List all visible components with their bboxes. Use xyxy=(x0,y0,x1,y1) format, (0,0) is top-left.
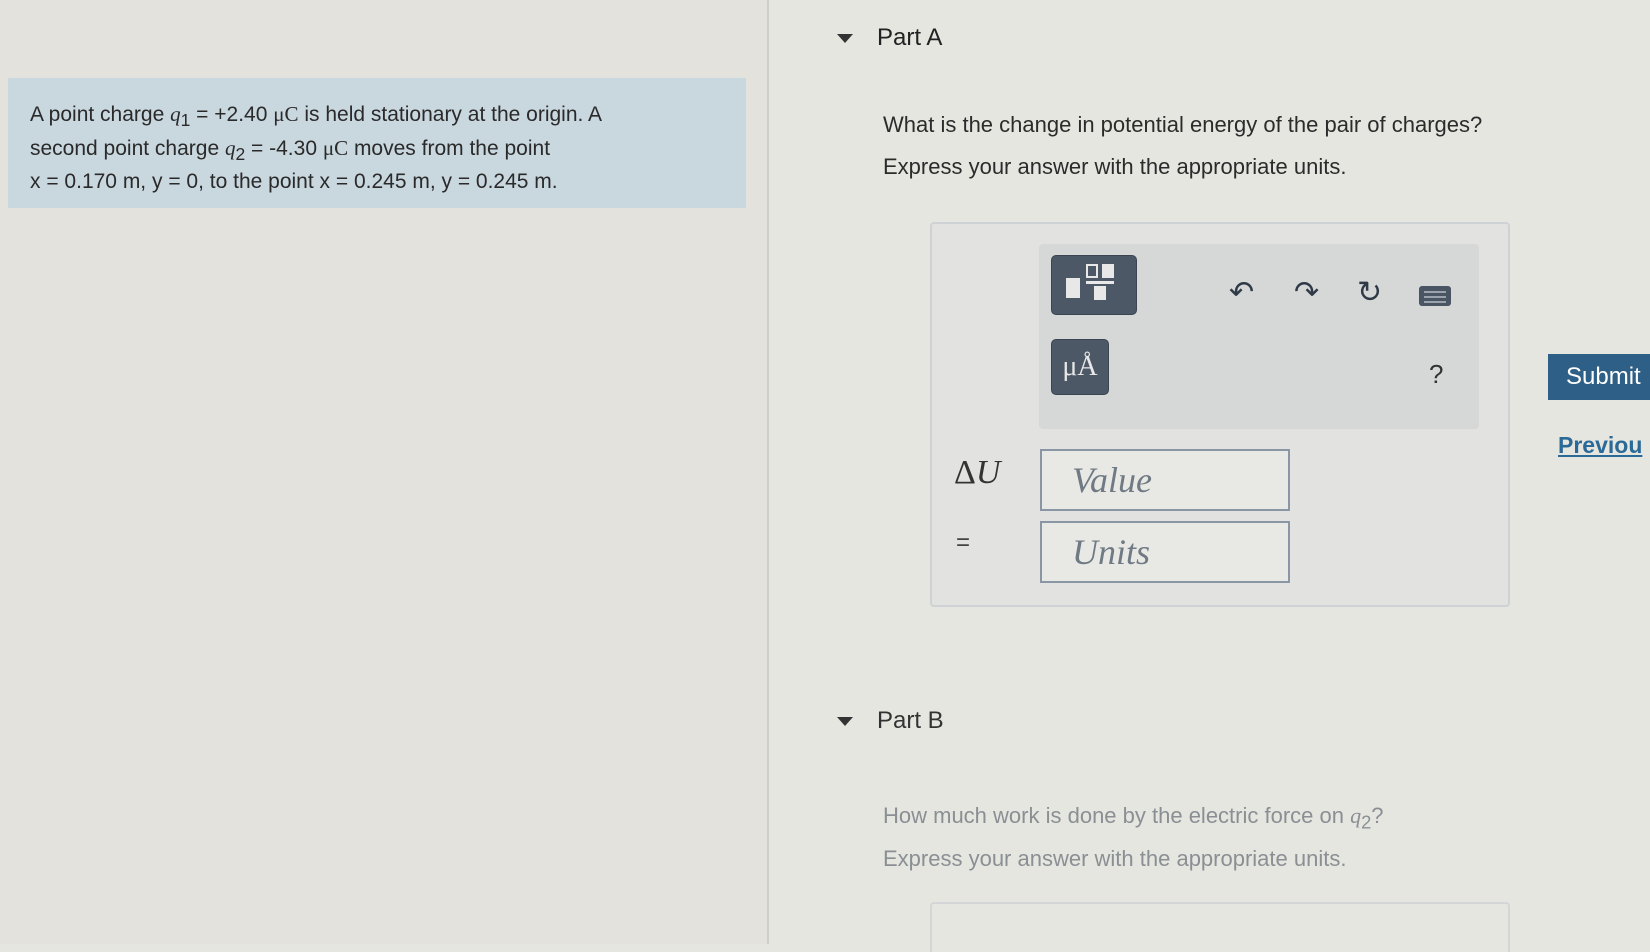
problem-line-2: second point charge q2 = -4.30 μC moves … xyxy=(30,136,551,165)
part-a-title: Part A xyxy=(877,24,943,51)
part-b-header[interactable]: Part B xyxy=(815,707,944,735)
previous-answers-link[interactable]: Previou xyxy=(1558,432,1642,459)
template-icon-part xyxy=(1102,264,1114,278)
units-input[interactable]: Units xyxy=(1040,521,1290,583)
answer-box: μÅ ↶ ↷ ↻ ? ΔU = Value Units xyxy=(930,222,1510,607)
part-b-question: How much work is done by the electric fo… xyxy=(883,803,1384,833)
math-toolbar: μÅ ↶ ↷ ↻ ? xyxy=(1039,244,1479,429)
submit-button[interactable]: Submit xyxy=(1548,354,1650,400)
part-a-question: What is the change in potential energy o… xyxy=(883,112,1483,137)
problem-line-3: x = 0.170 m, y = 0, to the point x = 0.2… xyxy=(30,170,558,194)
keyboard-key-row xyxy=(1424,301,1446,303)
units-button[interactable]: μÅ xyxy=(1051,339,1109,395)
template-icon xyxy=(1066,278,1080,298)
collapse-caret-icon[interactable] xyxy=(837,716,853,726)
part-b-title: Part B xyxy=(877,707,944,734)
keyboard-key-row xyxy=(1424,291,1446,293)
redo-icon[interactable]: ↷ xyxy=(1294,278,1319,308)
keyboard-icon[interactable] xyxy=(1419,286,1451,306)
part-a-instruction: Express your answer with the appropriate… xyxy=(883,154,1347,179)
problem-line-1: A point charge q1 = +2.40 μC is held sta… xyxy=(30,102,603,131)
problem-statement: A point charge q1 = +2.40 μC is held sta… xyxy=(8,78,746,208)
templates-button[interactable] xyxy=(1051,255,1137,315)
undo-icon[interactable]: ↶ xyxy=(1229,278,1254,308)
pane-divider xyxy=(767,0,769,944)
value-input[interactable]: Value xyxy=(1040,449,1290,511)
reset-icon[interactable]: ↻ xyxy=(1357,278,1382,308)
part-a-header[interactable]: Part A xyxy=(815,24,942,52)
part-b-instruction: Express your answer with the appropriate… xyxy=(883,846,1347,871)
keyboard-key-row xyxy=(1424,296,1446,298)
problem-pane: A point charge q1 = +2.40 μC is held sta… xyxy=(0,0,768,944)
part-b-answer-box xyxy=(930,902,1510,952)
help-icon[interactable]: ? xyxy=(1429,359,1443,390)
equals-sign: = xyxy=(956,529,971,556)
collapse-caret-icon[interactable] xyxy=(837,33,853,43)
template-icon-part xyxy=(1086,264,1098,278)
question-pane: Part A What is the change in potential e… xyxy=(815,0,1650,952)
template-icon-part xyxy=(1086,281,1114,284)
template-icon-part xyxy=(1094,286,1106,300)
variable-label: ΔU xyxy=(954,454,1001,491)
